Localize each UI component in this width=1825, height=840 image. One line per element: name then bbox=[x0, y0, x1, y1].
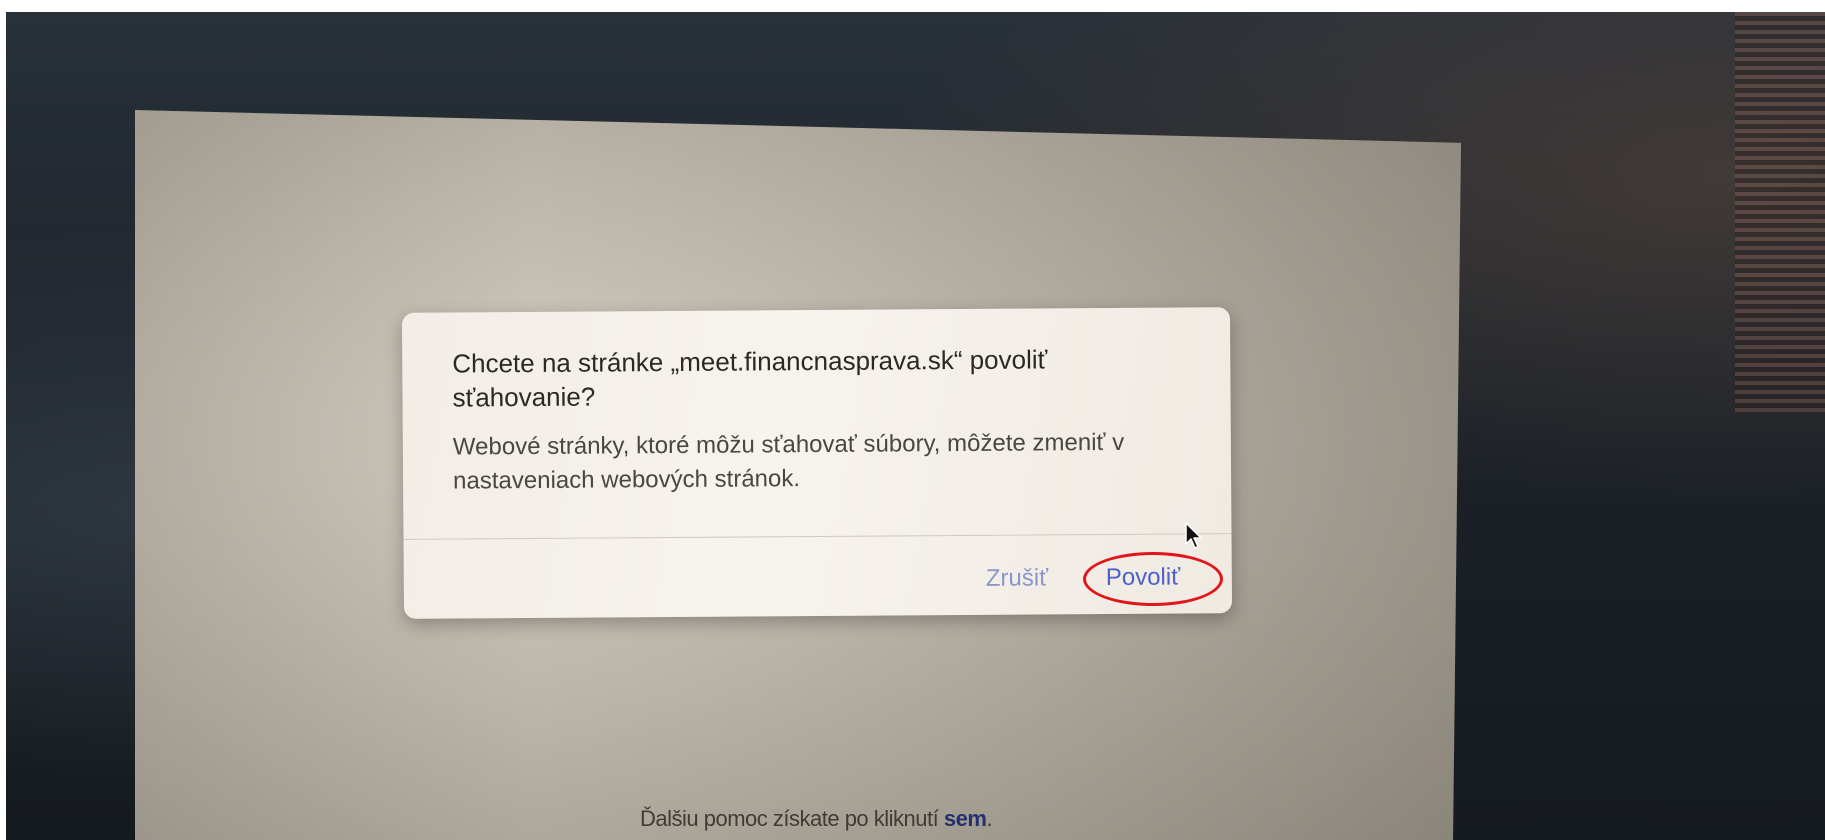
cancel-button[interactable]: Zrušiť bbox=[986, 558, 1049, 598]
allow-highlight-ring bbox=[1083, 552, 1223, 606]
window-blinds bbox=[1735, 12, 1825, 412]
help-link[interactable]: sem bbox=[944, 806, 987, 831]
help-text: Ďalšiu pomoc získate po kliknutí bbox=[640, 806, 939, 831]
mouse-pointer-icon bbox=[1185, 522, 1202, 549]
help-footer: Ďalšiu pomoc získate po kliknutí sem. bbox=[640, 806, 993, 832]
help-trailing: . bbox=[986, 806, 993, 831]
photo-frame: Chcete na stránke „meet.financnasprava.s… bbox=[0, 0, 1825, 840]
dialog-divider bbox=[403, 533, 1232, 540]
dialog-message: Webové stránky, ktoré môžu sťahovať súbo… bbox=[452, 428, 1125, 495]
dialog-title: Chcete na stránke „meet.financnasprava.s… bbox=[452, 344, 1048, 413]
